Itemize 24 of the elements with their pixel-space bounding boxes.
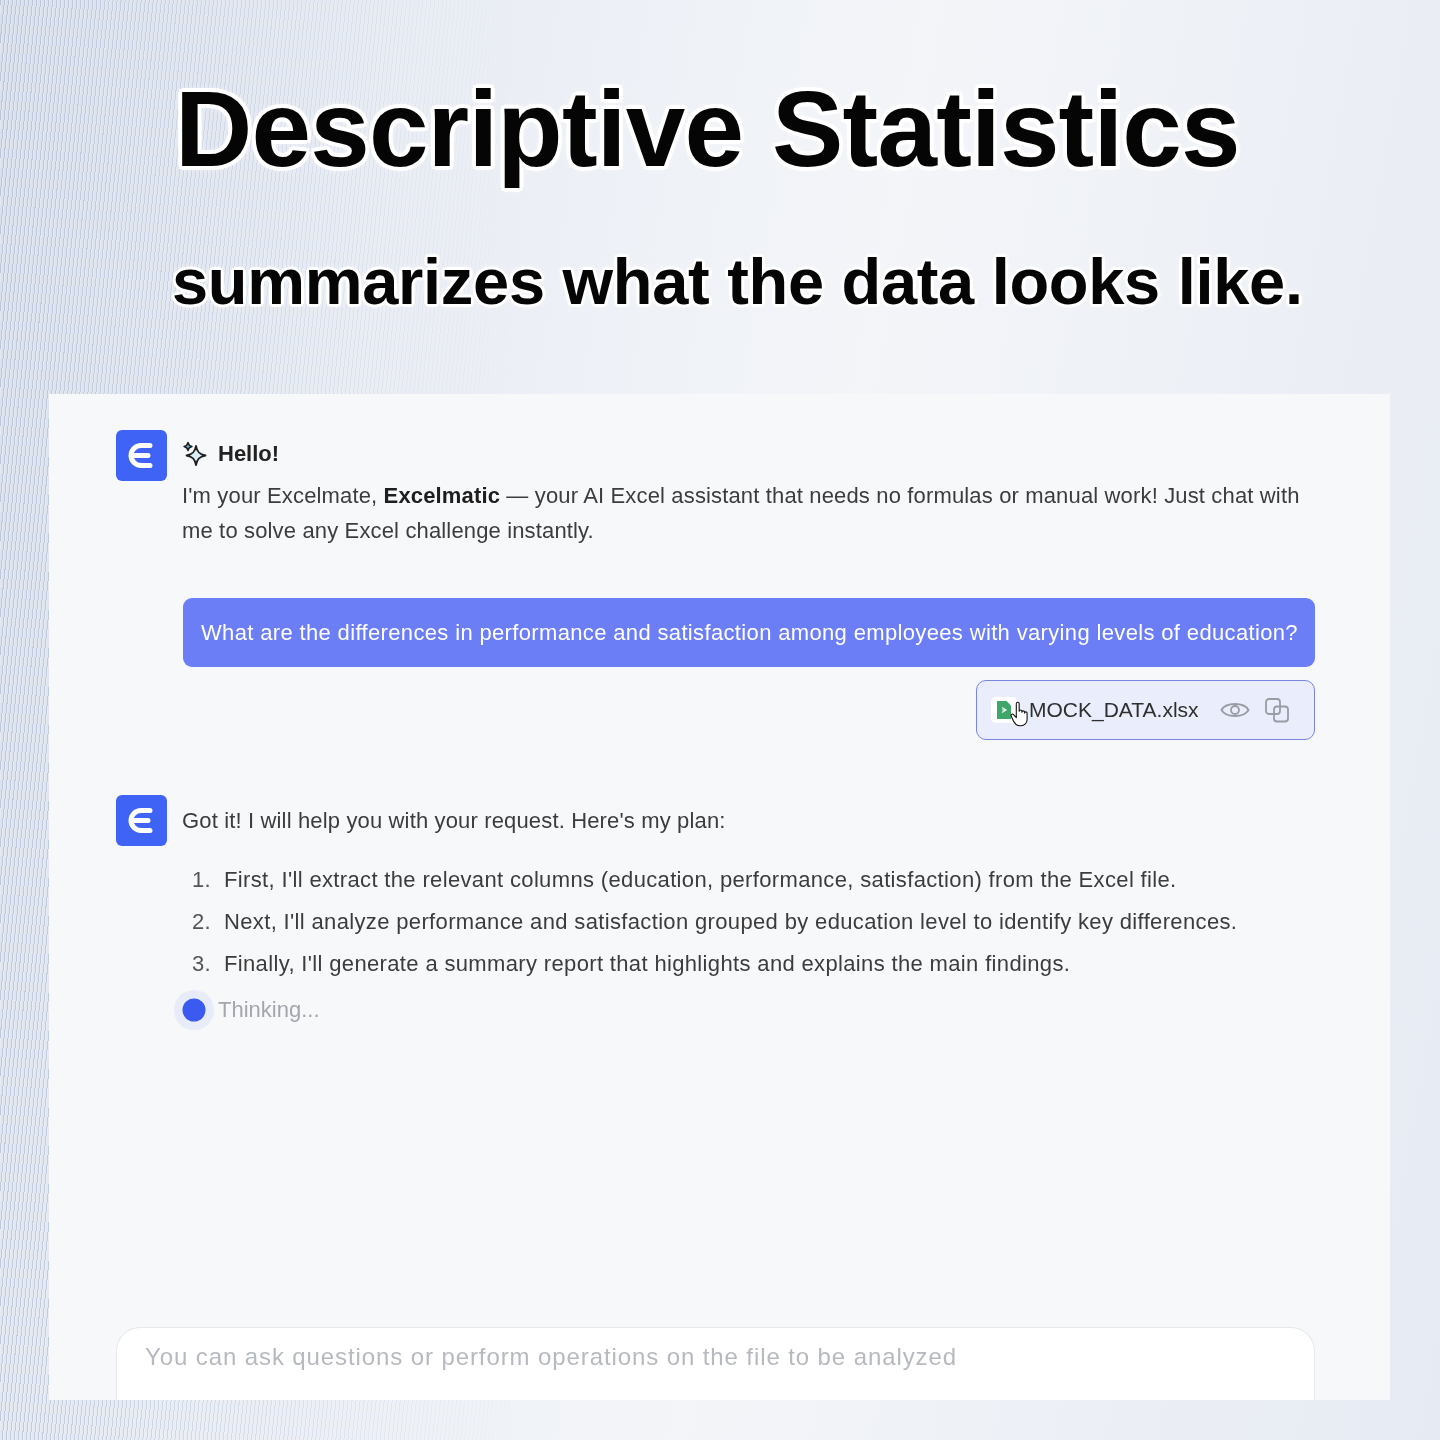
copy-icon[interactable] — [1265, 697, 1290, 723]
step-number: 1. — [192, 867, 213, 893]
file-icon — [991, 697, 1017, 723]
step-number: 2. — [192, 909, 213, 935]
step-text: Next, I'll analyze performance and satisfaction grouped by education level to identify key differences. — [224, 909, 1238, 935]
file-attachment[interactable]: MOCK_DATA.xlsx — [976, 680, 1315, 740]
sparkle-icon — [182, 441, 208, 467]
greeting-title: Hello! — [218, 441, 280, 467]
status-text: Thinking... — [218, 997, 320, 1023]
step-text: Finally, I'll generate a summary report that highlights and explains the main findings. — [224, 951, 1071, 977]
step-number: 3. — [192, 951, 213, 977]
loading-dot-icon — [174, 990, 214, 1030]
message-input[interactable]: You can ask questions or perform operations on the file to be analyzed — [116, 1327, 1315, 1400]
step-text: First, I'll extract the relevant columns (education, performance, satisfaction) from the Excel file. — [224, 867, 1177, 893]
assistant-message-text: I'm your Excelmate, Excelmatic — your AI Excel assistant that needs no formulas or manual work! Just chat with me to solve any Excel challenge instantly. — [182, 482, 1301, 545]
user-message-bubble: What are the differences in performance and satisfaction among employees with varying levels of education? — [183, 598, 1315, 667]
hand-cursor-icon — [1010, 701, 1028, 727]
assistant-message-text: Got it! I will help you with your request. Here's my plan: — [182, 807, 727, 835]
headline-subtitle: summarizes what the data looks like. — [172, 244, 1303, 320]
headline-title: Descriptive Statistics — [175, 68, 1240, 191]
file-name: MOCK_DATA.xlsx — [1029, 698, 1199, 722]
logo-icon — [116, 430, 167, 481]
eye-icon[interactable] — [1220, 700, 1250, 720]
logo-icon — [116, 795, 167, 846]
